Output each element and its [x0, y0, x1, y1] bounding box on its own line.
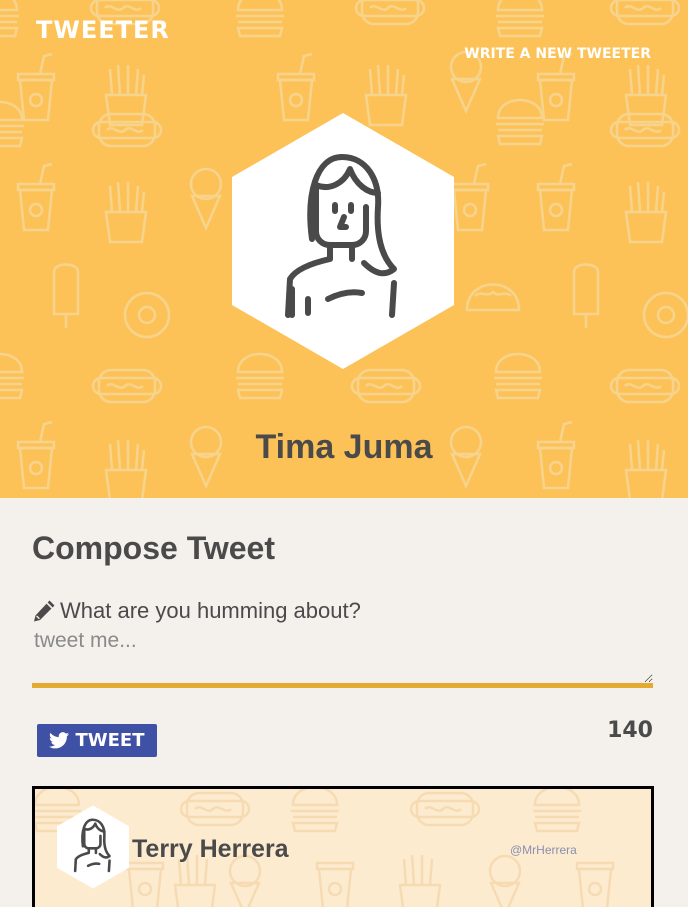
avatar [57, 805, 129, 889]
pencil-icon [34, 600, 55, 622]
profile-header: TWEETER WRITE A NEW TWEETER Tima Juma [0, 0, 688, 498]
woman-avatar-icon [232, 113, 454, 369]
profile-name: Tima Juma [255, 428, 433, 466]
tweet-button[interactable]: TWEET [37, 724, 157, 757]
compose-label-text: What are you humming about? [60, 598, 361, 623]
compose-label: What are you humming about? [32, 598, 361, 624]
write-new-tweet-link[interactable]: WRITE A NEW TWEETER [464, 46, 651, 62]
tweet-button-label: TWEET [75, 730, 145, 751]
compose-title: Compose Tweet [32, 530, 275, 566]
brand-logo[interactable]: TWEETER [36, 16, 170, 44]
tweet-input[interactable] [32, 628, 653, 688]
twitter-bird-icon [49, 732, 70, 749]
tweet-author-handle: @MrHerrera [510, 843, 577, 857]
tweet-author-name: Terry Herrera [132, 835, 289, 863]
tweet-card[interactable]: Terry Herrera @MrHerrera [32, 786, 654, 907]
char-counter: 140 [607, 718, 653, 743]
